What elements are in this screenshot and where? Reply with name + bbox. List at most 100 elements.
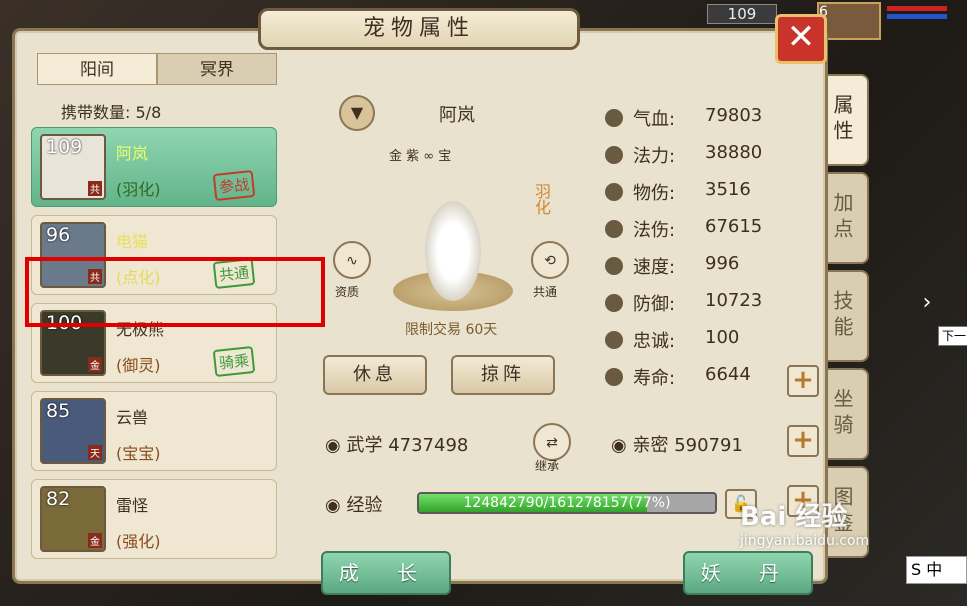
mount-stamp: 骑乘 (212, 345, 256, 378)
pet-model (425, 201, 481, 301)
inherit-label: 继承 (535, 459, 560, 473)
watermark-main: Bai 经验 (740, 502, 848, 532)
side-tabs: 属性 加点 技能 坐骑 图鉴 (826, 74, 876, 564)
pet-portrait: 96 共 (40, 222, 106, 288)
exp-icon: ◉ (325, 495, 341, 516)
martial-row: ◉ 武学 4737498 (325, 431, 468, 457)
pet-type: (羽化) (116, 180, 161, 199)
yaodan-button[interactable]: 妖 丹 (683, 551, 813, 595)
ime-indicator[interactable]: S 中 (906, 556, 967, 584)
battle-stamp: 参战 (212, 169, 256, 202)
aptitude-icon[interactable]: ∿ (333, 241, 371, 279)
shield-icon (605, 294, 623, 312)
hourglass-icon (605, 368, 623, 386)
tab-add-points[interactable]: 加点 (826, 172, 869, 264)
pet-card-alan[interactable]: 109 共 阿岚 (羽化) 参战 (31, 127, 277, 207)
pet-portrait: 85 天 (40, 398, 106, 464)
stat-loyalty: 忠诚: 100 (605, 325, 825, 362)
hp-icon (605, 109, 623, 127)
intimacy-row: ◉ 亲密 590791 (611, 431, 743, 457)
sword-icon (605, 183, 623, 201)
common-icon[interactable]: ⟲ (531, 241, 569, 279)
common-stamp: 共通 (212, 257, 256, 290)
exp-label: 经验 (346, 495, 383, 516)
pet-portrait: 100 金 (40, 310, 106, 376)
pet-card-yunshou[interactable]: 85 天 云兽 (宝宝) (31, 391, 277, 471)
baidu-watermark: Bai 经验 jingyan.baidu.com (740, 496, 920, 556)
close-button[interactable]: ✕ (775, 14, 827, 64)
intimacy-label: 亲密 (632, 435, 669, 456)
next-arrow-icon[interactable]: › (912, 285, 942, 321)
pet-list: 109 共 阿岚 (羽化) 参战 96 共 电猫 (点化) 共通 100 金 无… (31, 127, 277, 567)
tab-mount[interactable]: 坐骑 (826, 368, 869, 460)
level-chip: 109 (707, 4, 777, 24)
pet-level: 82 (46, 488, 71, 510)
pet-portrait: 82 金 (40, 486, 106, 552)
martial-icon: ◉ (325, 435, 341, 456)
mp-bar (887, 14, 947, 19)
tab-skills[interactable]: 技能 (826, 270, 869, 362)
pet-badge: 金 (88, 357, 102, 372)
tab-attributes[interactable]: 属性 (826, 74, 869, 166)
pet-badge: 共 (88, 181, 102, 196)
selected-pet-name: 阿岚 (439, 105, 475, 126)
pet-level: 100 (46, 312, 83, 334)
intimacy-plus-button[interactable]: + (787, 425, 819, 457)
pet-card-wujixiong[interactable]: 100 金 无极熊 (御灵) 骑乘 (31, 303, 277, 383)
exp-text: 124842790/161278157(77%) (463, 495, 671, 511)
pet-name: 雷怪 (116, 496, 149, 515)
stat-magic-attack: 法伤: 67615 (605, 214, 825, 251)
intimacy-value: 590791 (674, 435, 743, 456)
pet-type: (御灵) (116, 356, 161, 375)
carry-label: 携带数量: (61, 103, 131, 122)
pet-name: 云兽 (116, 408, 149, 427)
window-title: 宠物属性 (258, 8, 580, 50)
pet-level: 96 (46, 224, 71, 246)
watermark-sub: jingyan.baidu.com (740, 533, 870, 549)
pet-type: (点化) (116, 268, 161, 287)
pet-portrait: 109 共 (40, 134, 106, 200)
pet-type: (宝宝) (116, 444, 161, 463)
pet-type: (强化) (116, 532, 161, 551)
tab-yangjian[interactable]: 阳间 (37, 53, 157, 85)
pet-card-leiguai[interactable]: 82 金 雷怪 (强化) (31, 479, 277, 559)
player-bars (887, 6, 947, 26)
loyalty-icon (605, 331, 623, 349)
martial-label: 武学 (346, 435, 383, 456)
hp-bar (887, 6, 947, 11)
exp-bar: 124842790/161278157(77%) (417, 492, 717, 514)
pet-badge: 共 (88, 269, 102, 284)
carry-count: 携带数量: 5/8 (61, 99, 161, 123)
pet-name: 电猫 (116, 232, 149, 251)
inherit-icon[interactable]: ⇄ (533, 423, 571, 461)
pet-name: 阿岚 (116, 144, 149, 163)
pet-list-column: 阳间 冥界 携带数量: 5/8 109 共 阿岚 (羽化) 参战 96 共 电猫… (25, 51, 325, 581)
stat-speed: 速度: 996 (605, 251, 825, 288)
stat-defense: 防御: 10723 (605, 288, 825, 325)
pet-name: 无极熊 (116, 320, 165, 339)
tab-mingjie[interactable]: 冥界 (157, 53, 277, 85)
aptitude-label: 资质 (335, 285, 360, 299)
grow-button[interactable]: 成 长 (321, 551, 451, 595)
trade-limit: 限制交易 60天 (405, 322, 498, 338)
stats-list: 气血: 79803 法力: 38880 物伤: 3516 法伤: 67615 速度: 99… (605, 103, 825, 399)
formation-button[interactable]: 掠阵 (451, 355, 555, 395)
pet-attributes-panel: 阳间 冥界 携带数量: 5/8 109 共 阿岚 (羽化) 参战 96 共 电猫… (12, 28, 828, 595)
realm-tabs: 阳间 冥界 (37, 53, 277, 87)
chevron-down-icon[interactable]: ▼ (339, 95, 375, 131)
martial-value: 4737498 (388, 435, 469, 456)
lightning-icon (605, 257, 623, 275)
lifespan-plus-button[interactable]: + (787, 365, 819, 397)
pet-showcase: 羽化 ∿ 资质 ⟲ 共通 (333, 161, 573, 341)
stat-hp: 气血: 79803 (605, 103, 825, 140)
stat-phys-attack: 物伤: 3516 (605, 177, 825, 214)
pet-badge: 金 (88, 533, 102, 548)
pet-card-dianmao[interactable]: 96 共 电猫 (点化) 共通 (31, 215, 277, 295)
pet-level: 109 (46, 136, 83, 158)
mp-icon (605, 146, 623, 164)
pet-badge: 天 (88, 445, 102, 460)
pet-level: 85 (46, 400, 71, 422)
rest-button[interactable]: 休息 (323, 355, 427, 395)
yuhua-label: 羽化 (532, 183, 551, 215)
pet-title-row: ▼ 阿岚 (329, 95, 589, 135)
